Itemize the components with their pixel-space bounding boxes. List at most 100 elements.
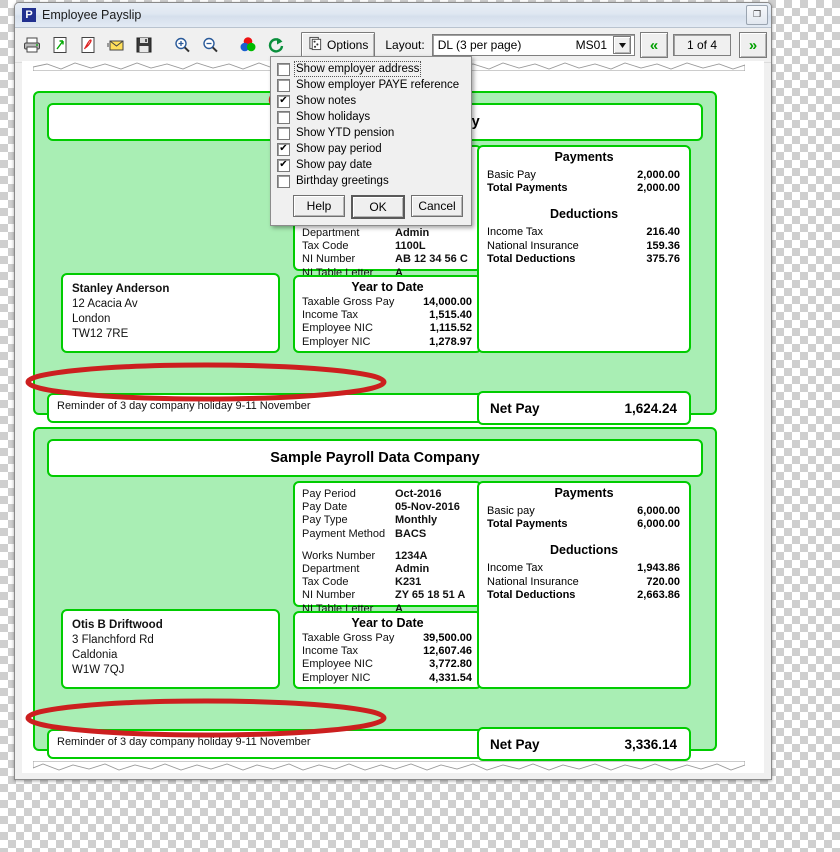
pay-date-row: Pay Date 05-Nov-2016: [302, 501, 480, 514]
window-title: Employee Payslip: [42, 8, 142, 22]
pay-period-value: Oct-2016: [395, 488, 442, 500]
employee-name: Stanley Anderson: [72, 283, 170, 295]
menu-item-show-ytd-pension[interactable]: Show YTD pension: [271, 125, 471, 141]
pay-date-label: Pay Date: [302, 501, 348, 514]
layout-select[interactable]: DL (3 per page) MS01: [431, 34, 635, 56]
year-to-date-title: Year to Date: [351, 616, 424, 630]
menu-item-show-employer-paye-reference[interactable]: Show employer PAYE reference: [271, 77, 471, 93]
options-icon: [308, 36, 323, 54]
department-label: Department: [302, 227, 360, 240]
chevron-down-icon[interactable]: [613, 36, 631, 54]
deduction-row: National Insurance 159.36: [487, 240, 680, 253]
ytd-taxable-gross-pay-label: Taxable Gross Pay: [302, 632, 395, 644]
next-page-button[interactable]: »: [739, 32, 767, 58]
deduction-row: Income Tax 216.40: [487, 226, 680, 239]
employee-address-box: Otis B Driftwood 3 Flanchford Rd Caldoni…: [61, 609, 280, 689]
options-button-label: Options: [327, 38, 369, 52]
total-payments-value: 6,000.00: [637, 518, 680, 531]
payment-row: Basic pay 6,000.00: [487, 505, 680, 518]
options-dropdown-menu[interactable]: Show employer address Show employer PAYE…: [270, 56, 472, 226]
email-icon[interactable]: [103, 32, 129, 58]
income-tax-label: Income Tax: [487, 562, 544, 575]
previous-page-button[interactable]: «: [640, 32, 668, 58]
ytd-employee-nic-value: 3,772.80: [429, 658, 472, 671]
menu-item-show-pay-period[interactable]: Show pay period: [271, 141, 471, 157]
menu-item-show-employer-address[interactable]: Show employer address: [271, 61, 471, 77]
ytd-income-tax-label: Income Tax: [302, 309, 359, 322]
checkbox-show-notes[interactable]: [277, 94, 290, 108]
title-bar: P Employee Payslip ❐: [15, 3, 771, 28]
payslip-window: P Employee Payslip ❐ Options Layout: DL …: [14, 2, 772, 780]
basic-pay-value: 2,000.00: [637, 169, 680, 181]
checkbox-birthday-greetings[interactable]: [277, 174, 290, 188]
basic-pay-value: 6,000.00: [637, 505, 680, 517]
menu-item-birthday-greetings[interactable]: Birthday greetings: [271, 173, 471, 189]
ok-button[interactable]: OK: [351, 195, 405, 219]
options-button[interactable]: Options: [301, 32, 376, 58]
menu-label: Show holidays: [296, 111, 371, 123]
save-icon[interactable]: [131, 32, 157, 58]
details-spacer: [302, 541, 480, 550]
total-deductions-value: 2,663.86: [637, 588, 680, 601]
ytd-employer-nic-value: 1,278.97: [429, 335, 472, 348]
payments-title: Payments: [554, 150, 614, 164]
ytd-employee-nic-value: 1,115.52: [429, 322, 472, 335]
checkbox-show-pay-period[interactable]: [277, 142, 290, 156]
ytd-employee-nic-label: Employee NIC: [302, 322, 373, 335]
department-row: Department Admin: [302, 563, 480, 576]
zoom-out-icon[interactable]: [197, 32, 223, 58]
menu-item-show-holidays[interactable]: Show holidays: [271, 109, 471, 125]
restore-window-button[interactable]: ❐: [746, 5, 768, 25]
refresh-icon[interactable]: [263, 32, 289, 58]
deduction-row: Income Tax 1,943.86: [487, 562, 680, 575]
ni-number-value: ZY 65 18 51 A: [395, 589, 466, 602]
zoom-in-icon[interactable]: [169, 32, 195, 58]
layout-select-code: MS01: [575, 38, 607, 52]
checkbox-show-employer-paye-reference[interactable]: [277, 78, 290, 92]
print-icon[interactable]: [19, 32, 45, 58]
net-pay-box: Net Pay 1,624.24: [477, 391, 691, 425]
employee-postcode: TW12 7RE: [72, 328, 129, 340]
employee-address-line2: Caldonia: [72, 649, 118, 661]
works-number-label: Works Number: [302, 549, 376, 562]
national-insurance-value: 720.00: [646, 575, 680, 588]
checkbox-show-holidays[interactable]: [277, 110, 290, 124]
checkbox-show-ytd-pension[interactable]: [277, 126, 290, 140]
net-pay-value: 3,336.14: [624, 736, 677, 752]
department-value: Admin: [395, 563, 430, 576]
menu-item-show-pay-date[interactable]: Show pay date: [271, 157, 471, 173]
checkbox-show-employer-address[interactable]: [277, 62, 290, 76]
payment-row: Basic Pay 2,000.00: [487, 169, 680, 182]
pay-type-row: Pay Type Monthly: [302, 514, 480, 527]
deduction-row: Total Deductions 2,663.86: [487, 589, 680, 602]
payslip-note-box: Reminder of 3 day company holiday 9-11 N…: [47, 729, 487, 759]
pdf-icon[interactable]: [75, 32, 101, 58]
checkbox-show-pay-date[interactable]: [277, 158, 290, 172]
ytd-income-tax-value: 1,515.40: [429, 309, 472, 322]
ytd-row: Employer NIC 1,278.97: [302, 336, 472, 349]
deductions-title: Deductions: [549, 207, 619, 222]
ni-number-label: NI Number: [302, 253, 356, 266]
deduction-row: National Insurance 720.00: [487, 576, 680, 589]
year-to-date-box: Year to Date Taxable Gross Pay 14,000.00…: [293, 275, 482, 353]
payment-row: Total Payments 2,000.00: [487, 182, 680, 195]
ytd-row: Employer NIC 4,331.54: [302, 672, 472, 685]
national-insurance-label: National Insurance: [487, 239, 579, 252]
employee-address-line1: 3 Flanchford Rd: [72, 634, 154, 646]
help-button[interactable]: Help: [293, 195, 345, 217]
cancel-button[interactable]: Cancel: [411, 195, 463, 217]
payslip-page-2: Sample Payroll Data Company Pay Period O…: [33, 427, 717, 761]
export-page-icon[interactable]: [47, 32, 73, 58]
tax-code-value: K231: [395, 576, 422, 589]
menu-label: Show notes: [296, 95, 357, 107]
ytd-employer-nic-label: Employer NIC: [302, 335, 371, 348]
page-indicator: 1 of 4: [673, 34, 731, 56]
total-deductions-label: Total Deductions: [487, 252, 576, 265]
payslip-note-text: Reminder of 3 day company holiday 9-11 N…: [57, 400, 311, 412]
national-insurance-label: National Insurance: [487, 575, 579, 588]
payments-deductions-box: Payments Basic Pay 2,000.00 Total Paymen…: [477, 145, 691, 353]
pay-date-value: 05-Nov-2016: [395, 501, 460, 514]
colour-icon[interactable]: [235, 32, 261, 58]
menu-item-show-notes[interactable]: Show notes: [271, 93, 471, 109]
tax-code-row: Tax Code 1100L: [302, 240, 480, 253]
